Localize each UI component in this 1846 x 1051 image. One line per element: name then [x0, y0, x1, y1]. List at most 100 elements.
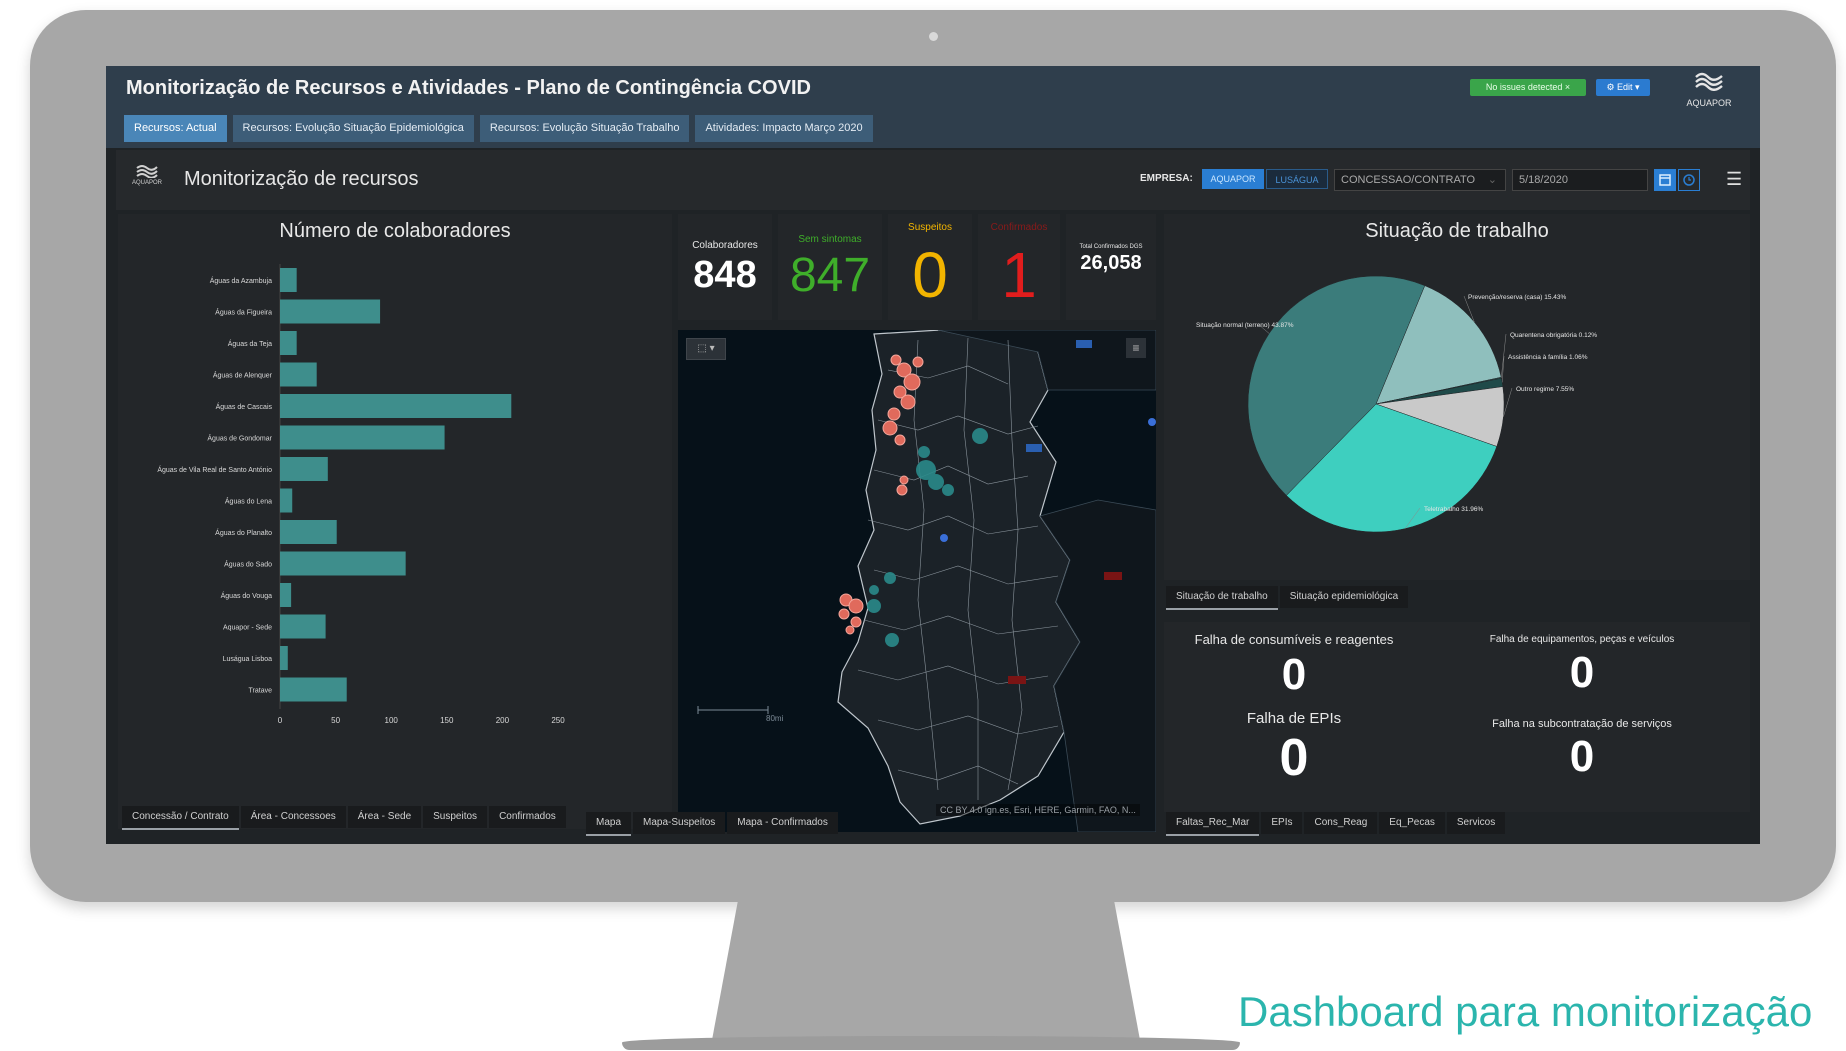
tab-evolucao-trabalho[interactable]: Recursos: Evolução Situação Trabalho: [479, 115, 690, 142]
tab-cons-reag[interactable]: Cons_Reag: [1304, 812, 1378, 834]
empresa-aquapor-button[interactable]: AQUAPOR: [1202, 169, 1264, 189]
kpi-suspeitos: Suspeitos 0: [888, 214, 972, 320]
sub-logo: AQUAPOR: [132, 164, 162, 186]
tab-faltas-rec-mar[interactable]: Faltas_Rec_Mar: [1166, 812, 1260, 836]
bar-category-label: Águas do Planalto: [215, 528, 272, 537]
caption-text: Dashboard para monitorização: [1238, 988, 1813, 1035]
kpi-confirmados: Confirmados 1: [978, 214, 1060, 320]
bar[interactable]: [280, 646, 288, 670]
brand-logo: AQUAPOR: [1680, 71, 1738, 109]
bar[interactable]: [280, 299, 381, 324]
date-input[interactable]: 5/18/2020: [1512, 169, 1648, 191]
falha-epis-value: 0: [1279, 729, 1309, 787]
tab-recursos-actual[interactable]: Recursos: Actual: [124, 115, 227, 142]
pie-slice-label: Quarentena obrigatória 0.12%: [1510, 332, 1597, 339]
x-tick-label: 0: [278, 716, 283, 725]
tab-mapa-confirmados[interactable]: Mapa - Confirmados: [727, 812, 838, 834]
kpi-total-value: 26,058: [1080, 252, 1142, 274]
map-panel[interactable]: ⬚ ▾ ≡ 80mi CC BY 4.0 ign.es, Esri, HERE,…: [678, 329, 1157, 833]
calendar-button[interactable]: [1654, 169, 1676, 191]
bar[interactable]: [280, 583, 292, 607]
calendar-icon: [1659, 174, 1671, 186]
pie-chart: Prevenção/reserva (casa) 15.43% Quarenten…: [1196, 275, 1597, 533]
tab-area-concessoes[interactable]: Área - Concessoes: [240, 806, 346, 828]
bar[interactable]: [280, 362, 317, 387]
bar-category-label: Águas da Teja: [228, 339, 272, 348]
x-tick-label: 250: [551, 716, 565, 725]
bar-category-label: Águas de Alenquer: [213, 371, 273, 380]
monitor-base: [622, 1036, 1240, 1050]
pie-leader-line: [1503, 387, 1513, 417]
kpi-sem-sintomas-label: Sem sintomas: [798, 234, 862, 245]
bar[interactable]: [280, 551, 406, 576]
bar[interactable]: [280, 488, 293, 513]
falha-equipamentos-label: Falha de equipamentos, peças e veículos: [1489, 634, 1675, 645]
x-tick-label: 150: [440, 716, 454, 725]
tab-suspeitos[interactable]: Suspeitos: [423, 806, 488, 828]
bar[interactable]: [280, 425, 445, 450]
kpi-confirmados-value: 1: [1001, 239, 1037, 311]
tab-area-sede[interactable]: Área - Sede: [347, 806, 422, 828]
kpi-sem-sintomas: Sem sintomas 847: [778, 214, 882, 320]
situacao-tabs: Situação de trabalho Situação epidemioló…: [1166, 586, 1409, 610]
x-tick-label: 100: [385, 716, 399, 725]
tab-evolucao-epidemiologica[interactable]: Recursos: Evolução Situação Epidemiológi…: [232, 115, 474, 142]
bar-category-label: Águas do Vouga: [221, 591, 272, 600]
pie-slice-label: Teletrabalho 31.96%: [1424, 506, 1483, 513]
map-legend-button[interactable]: ≡: [1126, 338, 1146, 358]
edit-button[interactable]: ⚙ Edit ▾: [1596, 79, 1650, 96]
bar[interactable]: [280, 394, 512, 418]
tab-mapa[interactable]: Mapa: [586, 812, 632, 836]
bar-category-label: Luságua Lisboa: [223, 656, 273, 663]
sub-header: AQUAPOR Monitorização de recursos EMPRES…: [116, 150, 1750, 210]
clock-icon: [1683, 174, 1695, 186]
tab-eq-pecas[interactable]: Eq_Pecas: [1379, 812, 1445, 834]
concessao-select[interactable]: CONCESSAO/CONTRATO ⌄: [1334, 169, 1506, 191]
bar-category-label: Águas do Lena: [225, 497, 272, 506]
bar-category-label: Águas de Cascais: [216, 402, 273, 411]
kpi-sem-sintomas-value: 847: [789, 249, 871, 302]
bar-category-label: Tratave: [249, 688, 273, 695]
kpi-colaboradores-value: 848: [693, 254, 757, 296]
dashboard-screen: Monitorização de Recursos e Atividades -…: [106, 66, 1760, 844]
concessao-select-value: CONCESSAO/CONTRATO: [1341, 174, 1476, 186]
tab-servicos[interactable]: Servicos: [1446, 812, 1506, 834]
bar[interactable]: [280, 457, 328, 481]
status-badge[interactable]: No issues detected ×: [1470, 79, 1586, 96]
tab-concessao-contrato[interactable]: Concessão / Contrato: [122, 806, 239, 830]
tab-situacao-epidemiologica[interactable]: Situação epidemiológica: [1279, 586, 1409, 608]
portugal-map[interactable]: [678, 329, 1157, 833]
tab-atividades-impacto[interactable]: Atividades: Impacto Março 2020: [695, 115, 873, 142]
bar-category-label: Aquapor - Sede: [223, 625, 272, 632]
bar[interactable]: [280, 268, 297, 292]
falha-equipamentos-value: 0: [1569, 648, 1595, 697]
top-tabs: Recursos: Actual Recursos: Evolução Situ…: [124, 115, 873, 142]
tab-epis[interactable]: EPIs: [1261, 812, 1303, 834]
map-select-tool[interactable]: ⬚ ▾: [686, 338, 726, 360]
falha-consumiveis-label: Falha de consumíveis e reagentes: [1194, 632, 1394, 647]
bar-category-label: Águas da Azambuja: [210, 276, 272, 285]
kpi-confirmados-label: Confirmados: [990, 222, 1048, 233]
bar[interactable]: [280, 520, 337, 544]
tab-mapa-suspeitos[interactable]: Mapa-Suspeitos: [633, 812, 726, 834]
bar[interactable]: [280, 614, 326, 639]
clock-button[interactable]: [1678, 169, 1700, 191]
pie-slice-label: Outro regime 7.55%: [1516, 386, 1574, 393]
pie-slice-label: Situação normal (terreno) 43.87%: [1196, 322, 1294, 329]
tab-confirmados[interactable]: Confirmados: [489, 806, 566, 828]
app-header: Monitorização de Recursos e Atividades -…: [106, 66, 1760, 148]
bar[interactable]: [280, 677, 347, 702]
bar[interactable]: [280, 331, 297, 355]
menu-icon[interactable]: ☰: [1726, 170, 1744, 188]
brand-wave-icon: [1695, 72, 1723, 91]
map-attribution: CC BY 4.0 ign.es, Esri, HERE, Garmin, FA…: [936, 804, 1140, 816]
faltas-tabs: Faltas_Rec_Mar EPIs Cons_Reag Eq_Pecas S…: [1166, 812, 1506, 836]
kpi-suspeitos-value: 0: [912, 239, 948, 311]
empresa-lusagua-button[interactable]: LUSÁGUA: [1266, 169, 1328, 189]
camera-dot: [929, 32, 938, 41]
list-icon: ≡: [1132, 341, 1140, 355]
bar-chart: Águas da Azambuja Águas da Figueira Águas …: [157, 264, 565, 725]
tab-situacao-trabalho[interactable]: Situação de trabalho: [1166, 586, 1278, 610]
kpi-total-label: Total Confirmados DGS: [1079, 244, 1143, 250]
select-tool-icon: ⬚ ▾: [697, 343, 715, 354]
